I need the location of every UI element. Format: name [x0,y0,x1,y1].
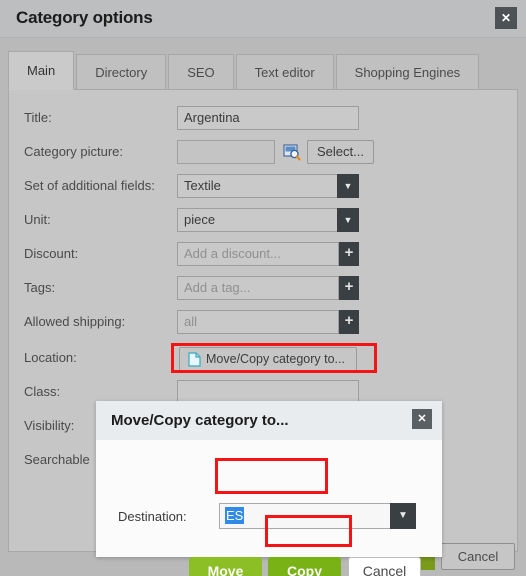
label-allowed-shipping: Allowed shipping: [24,314,126,329]
page-title: Category options [16,8,153,27]
label-tags: Tags: [24,280,56,295]
chevron-down-icon[interactable]: ▼ [390,503,416,529]
category-picture-input[interactable] [177,140,275,164]
tags-input[interactable]: Add a tag... [177,276,339,300]
tags-controls: Add a tag... + [177,276,359,300]
window-header: Category options ✕ [0,0,526,38]
unit-select[interactable]: piece ▼ [177,208,359,232]
row-allowed-shipping: Allowed shipping: all + [9,310,517,336]
row-tags: Tags: Add a tag... + [9,276,517,302]
row-discount: Discount: Add a discount... + [9,242,517,268]
label-discount: Discount: [24,246,79,261]
tab-text-editor[interactable]: Text editor [235,54,334,90]
add-tag-button[interactable]: + [339,276,359,300]
location-controls: Move/Copy category to... [179,347,359,373]
close-icon[interactable]: ✕ [495,7,517,29]
label-destination: Destination: [118,509,187,524]
title-field-wrap: Argentina [177,106,359,130]
destination-select[interactable]: ES ▼ [219,503,416,529]
tab-shopping-engines[interactable]: Shopping Engines [335,54,480,90]
app-root: Category options ✕ Main Directory SEO Te… [0,0,526,576]
chevron-down-icon[interactable]: ▼ [337,174,359,198]
dialog-close-icon[interactable]: ✕ [412,409,432,429]
additional-fields-select[interactable]: Textile ▼ [177,174,359,198]
allowed-shipping-input[interactable]: all [177,310,339,334]
move-copy-category-button[interactable]: Move/Copy category to... [179,347,357,371]
add-shipping-button[interactable]: + [339,310,359,334]
label-class: Class: [24,384,61,399]
additional-fields-value: Textile [177,174,337,198]
allowed-shipping-controls: all + [177,310,359,334]
label-additional-fields: Set of additional fields: [24,178,155,193]
tab-seo[interactable]: SEO [168,54,234,90]
label-unit: Unit: [24,212,51,227]
tab-main[interactable]: Main [8,51,75,90]
discount-controls: Add a discount... + [177,242,359,266]
destination-value: ES [225,507,245,524]
dialog-cancel-button[interactable]: Cancel [348,557,421,576]
move-copy-category-label: Move/Copy category to... [206,352,345,366]
dialog-title: Move/Copy category to... [111,412,289,429]
add-discount-button[interactable]: + [339,242,359,266]
discount-input[interactable]: Add a discount... [177,242,339,266]
label-location: Location: [24,350,77,365]
image-search-icon[interactable] [283,143,301,161]
destination-value-wrap[interactable]: ES [219,503,390,529]
label-title: Title: [24,110,52,125]
label-visibility: Visibility: [24,418,75,433]
category-picture-controls: Select... [177,140,407,164]
title-input[interactable]: Argentina [177,106,359,130]
unit-select-wrap: piece ▼ [177,208,359,232]
document-icon [188,351,201,367]
tab-directory[interactable]: Directory [76,54,167,90]
unit-value: piece [177,208,337,232]
copy-button[interactable]: Copy [268,557,341,576]
dialog-header: Move/Copy category to... ✕ [96,401,442,440]
cancel-button[interactable]: Cancel [441,543,515,570]
row-unit: Unit: piece ▼ [9,208,517,234]
row-category-picture: Category picture: Select... [9,140,517,166]
tab-strip: Main Directory SEO Text editor Shopping … [8,51,481,90]
dialog-body: Destination: ES ▼ Move Copy Cancel [96,440,442,576]
move-button[interactable]: Move [189,557,262,576]
row-title: Title: Argentina [9,106,517,132]
additional-fields-select-wrap: Textile ▼ [177,174,359,198]
row-additional-fields: Set of additional fields: Textile ▼ [9,174,517,200]
move-copy-dialog: Move/Copy category to... ✕ Destination: … [96,401,442,576]
label-searchable: Searchable [24,452,90,467]
chevron-down-icon[interactable]: ▼ [337,208,359,232]
row-location: Location: Move/Copy category to... [9,346,517,374]
select-picture-button[interactable]: Select... [307,140,374,164]
label-category-picture: Category picture: [24,144,123,159]
